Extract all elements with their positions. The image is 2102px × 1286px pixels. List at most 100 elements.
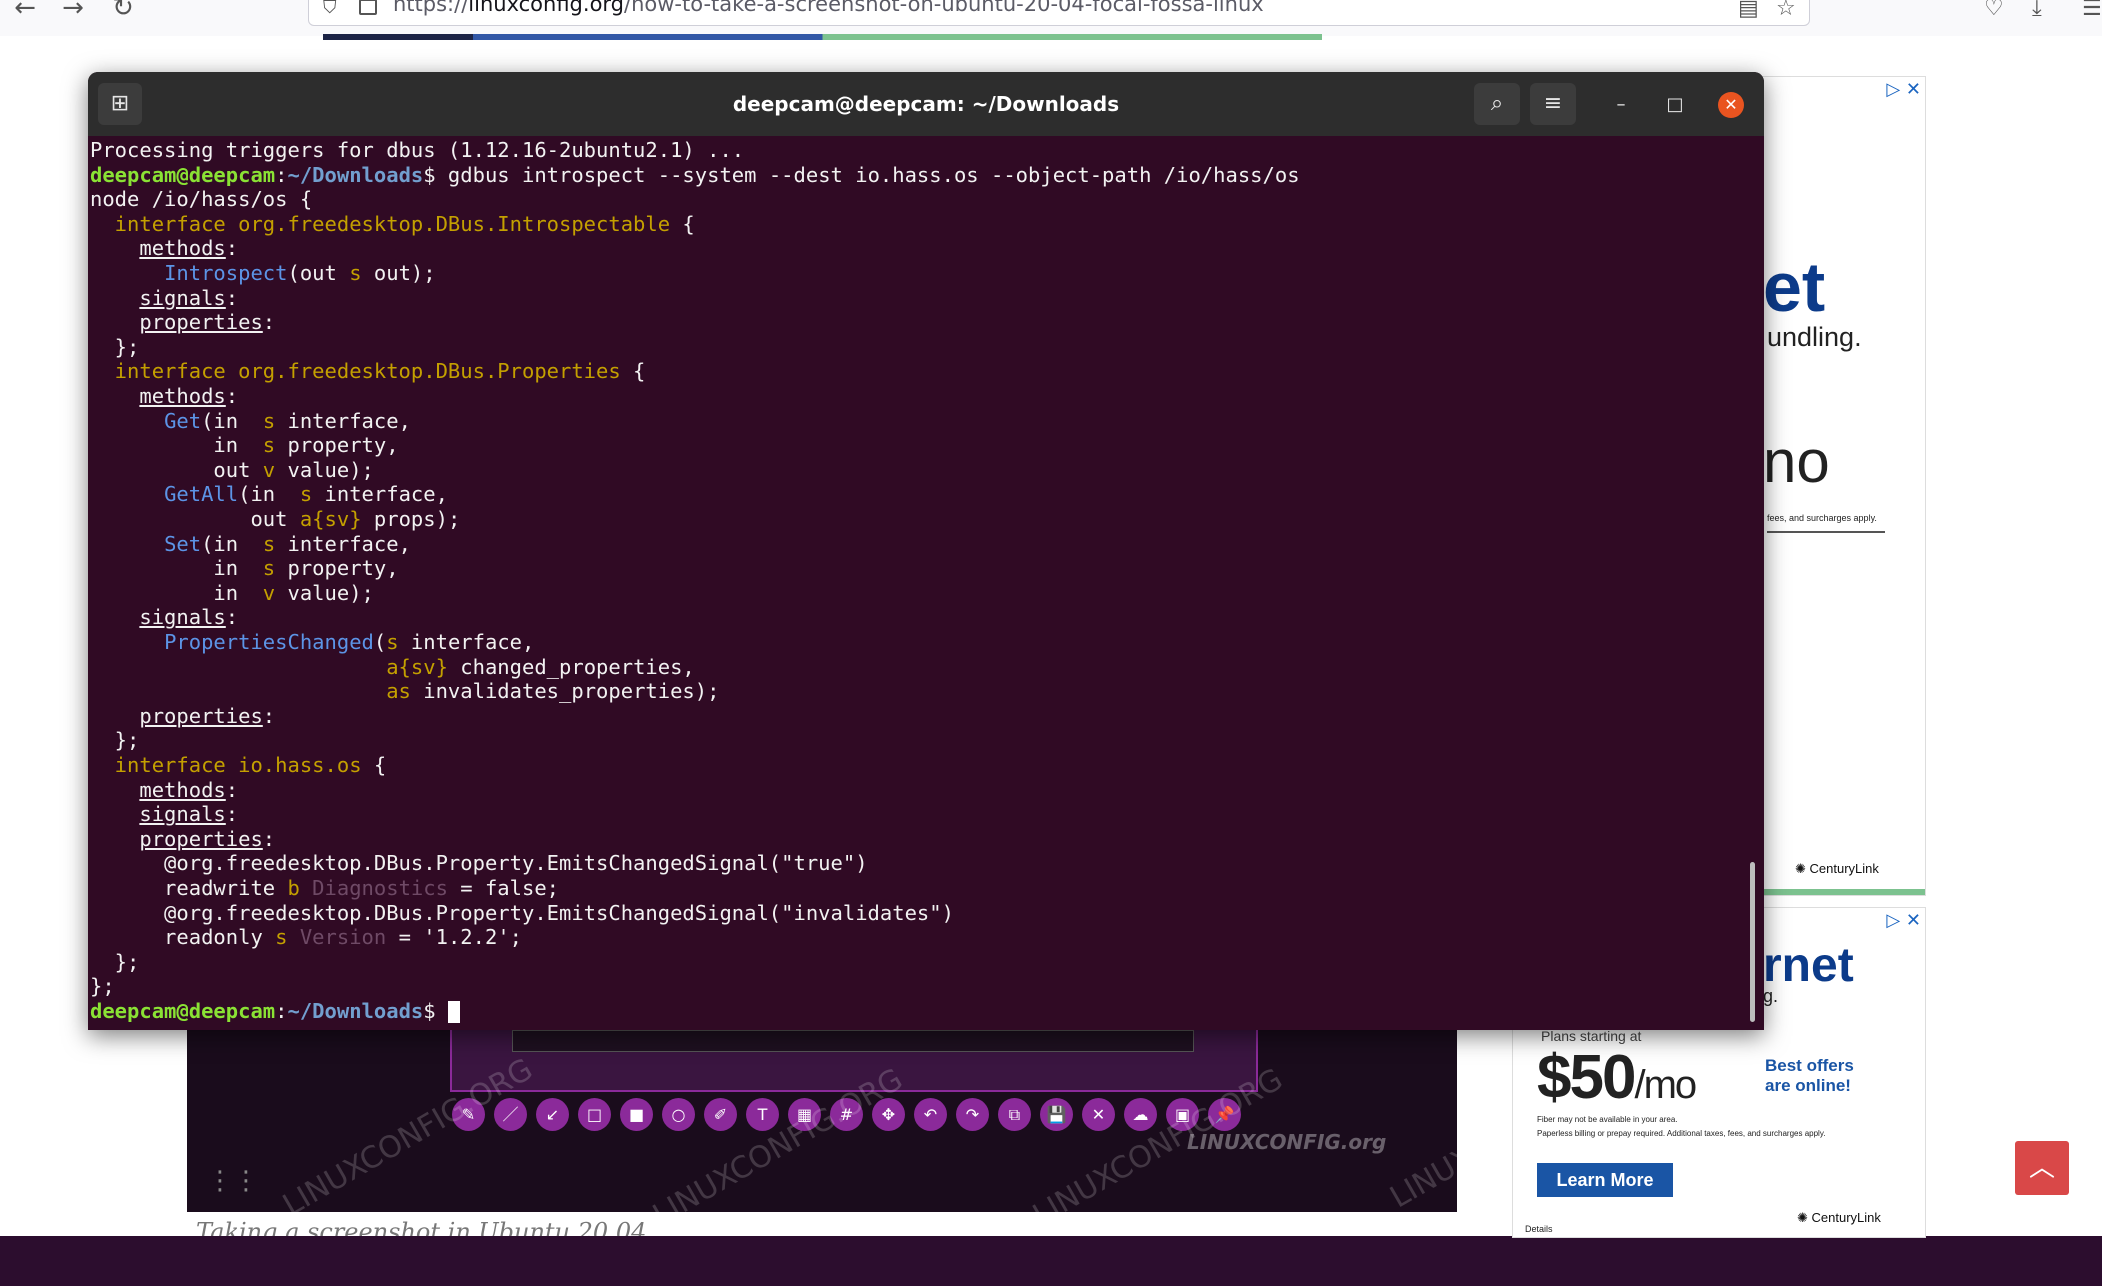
terminal-text: signals — [139, 285, 226, 310]
terminal-text: invalidates_properties); — [410, 679, 720, 704]
terminal-line: in s property, — [90, 433, 398, 458]
hamburger-menu-icon[interactable]: ≡ — [1530, 83, 1576, 125]
terminal-line: signals: — [90, 286, 238, 311]
terminal-text: Diagnostics — [312, 876, 448, 900]
url-text[interactable]: https://linuxconfig.org/how-to-take-a-sc… — [393, 0, 1264, 15]
terminal-line: Get(in s interface, — [90, 409, 411, 434]
ad2-fine-print-2: Paperless billing or prepay required. Ad… — [1537, 1129, 1826, 1138]
terminal-text: Get — [164, 408, 202, 433]
terminal-text: readwrite — [90, 876, 288, 900]
watermark-4: LINUX — [1384, 1139, 1457, 1212]
terminal-text: GetAll — [164, 482, 239, 507]
terminal-text: : — [225, 236, 239, 261]
terminal-text: s — [275, 925, 288, 950]
search-icon[interactable]: ⌕ — [1474, 83, 1520, 125]
ad1-text: undling. — [1767, 322, 1862, 352]
learn-more-button[interactable]: Learn More — [1537, 1163, 1673, 1197]
terminal-line: signals: — [90, 605, 238, 630]
inner-terminal-thumbnail — [512, 1030, 1194, 1052]
terminal-output[interactable]: Processing triggers for dbus (1.12.16-2u… — [90, 138, 1740, 1028]
terminal-text: $ — [423, 999, 448, 1023]
terminal-line: as invalidates_properties); — [90, 679, 719, 704]
terminal-line: interface io.hass.os { — [90, 753, 387, 778]
filled-rectangle-icon: ■ — [620, 1098, 653, 1131]
upload-icon: ☁ — [1124, 1098, 1157, 1131]
terminal-line: GetAll(in s interface, — [90, 482, 448, 507]
terminal-line: out a{sv} props); — [90, 507, 460, 532]
terminal-text: a{sv} — [386, 654, 448, 679]
ad2-fine-print-1: Fiber may not be available in your area. — [1537, 1115, 1678, 1124]
marker-icon: ✐ — [704, 1098, 737, 1131]
save-icon: 💾 — [1040, 1098, 1073, 1131]
terminal-line: in v value); — [90, 581, 373, 606]
bookmark-star-icon[interactable]: ☆ — [1776, 0, 1796, 20]
terminal-text: $ gdbus introspect --system --dest io.ha… — [423, 162, 1300, 187]
ad2-headline-tail: g. — [1763, 986, 1779, 1006]
close-icon[interactable]: ✕ — [1718, 92, 1744, 118]
terminal-line: properties: — [90, 827, 275, 852]
terminal-line: deepcam@deepcam:~/Downloads$ — [90, 999, 460, 1024]
shield-icon[interactable]: ⛉ — [323, 0, 337, 18]
terminal-text: Introspect — [164, 261, 288, 285]
ad2-details-link[interactable]: Details — [1525, 1224, 1553, 1234]
terminal-text: io.hass.os — [238, 753, 362, 777]
minimize-icon[interactable]: – — [1608, 92, 1634, 118]
terminal-text: : — [275, 162, 288, 187]
terminal-text: readonly — [90, 925, 276, 950]
ad2-brand: ✺ CenturyLink — [1797, 1210, 1881, 1225]
article-screenshot-image: ✎ ／ ↙ □ ■ ○ ✐ T ▦ # ✥ ↶ ↷ ⧉ 💾 ✕ ☁ ▣ 📌 ⋮⋮ LINUXCONFIG.ORG L… — [187, 1030, 1457, 1212]
terminal-text: s — [262, 556, 276, 581]
terminal-text: signals — [139, 802, 226, 827]
maximize-icon[interactable]: □ — [1662, 92, 1688, 118]
terminal-text: signals — [139, 605, 226, 630]
terminal-text: properties — [139, 310, 263, 335]
reader-view-icon[interactable]: ▤ — [1738, 0, 1759, 20]
terminal-text: PropertiesChanged — [164, 630, 374, 654]
scroll-to-top-button[interactable]: ︿ — [2015, 1141, 2069, 1195]
terminal-text: methods — [139, 384, 226, 408]
menu-icon[interactable]: ☰ — [2082, 0, 2102, 20]
terminal-text: methods — [139, 236, 226, 261]
terminal-text: : — [225, 605, 239, 630]
terminal-titlebar[interactable]: ⊞ deepcam@deepcam: ~/Downloads ⌕ ≡ – □ ✕ — [88, 72, 1764, 136]
url-bar[interactable]: ⛉ https://linuxconfig.org/how-to-take-a-… — [308, 0, 1810, 26]
reload-icon[interactable]: ↻ — [106, 0, 140, 21]
ad1-brand-text: CenturyLink — [1809, 861, 1879, 876]
terminal-text: Processing triggers for dbus (1.12.16-2u… — [90, 138, 745, 162]
url-path: /how-to-take-a-screenshot-on-ubuntu-20-0… — [624, 0, 1264, 16]
terminal-text: interface, — [275, 408, 411, 433]
terminal-text: Set — [164, 531, 202, 556]
terminal-text: ( — [373, 630, 387, 654]
terminal-text: v — [262, 457, 276, 482]
terminal-window[interactable]: ⊞ deepcam@deepcam: ~/Downloads ⌕ ≡ – □ ✕… — [88, 72, 1764, 1030]
terminal-text: }; — [90, 728, 140, 753]
forward-icon[interactable]: → — [56, 0, 90, 21]
advertisement-top[interactable]: ▷ ✕ et undling. no fees, and surcharges … — [1762, 76, 1926, 896]
terminal-text: }; — [90, 949, 140, 974]
page-progress-strip — [323, 34, 1322, 40]
terminal-line: node /io/hass/os { — [90, 187, 312, 212]
ad-close-icon[interactable]: ▷ ✕ — [1886, 79, 1921, 100]
terminal-text: s — [299, 482, 313, 507]
ad1-price-partial: no — [1763, 428, 1830, 495]
terminal-text: Version — [299, 925, 387, 950]
ad2-close-icon[interactable]: ▷ ✕ — [1886, 910, 1921, 931]
terminal-text: changed_properties, — [447, 654, 695, 679]
terminal-text: : — [225, 384, 239, 408]
terminal-scrollbar[interactable] — [1750, 862, 1755, 1022]
terminal-text: out); — [361, 261, 436, 285]
pocket-icon[interactable]: ♡ — [1984, 0, 2004, 20]
lock-icon[interactable] — [359, 0, 377, 15]
terminal-text: interface, — [275, 531, 411, 556]
downloads-icon[interactable]: ⤓ — [2032, 0, 2042, 20]
terminal-line: signals: — [90, 802, 238, 827]
terminal-line: deepcam@deepcam:~/Downloads$ gdbus intro… — [90, 163, 1300, 188]
back-icon[interactable]: ← — [8, 0, 42, 21]
terminal-text: : — [262, 703, 276, 728]
